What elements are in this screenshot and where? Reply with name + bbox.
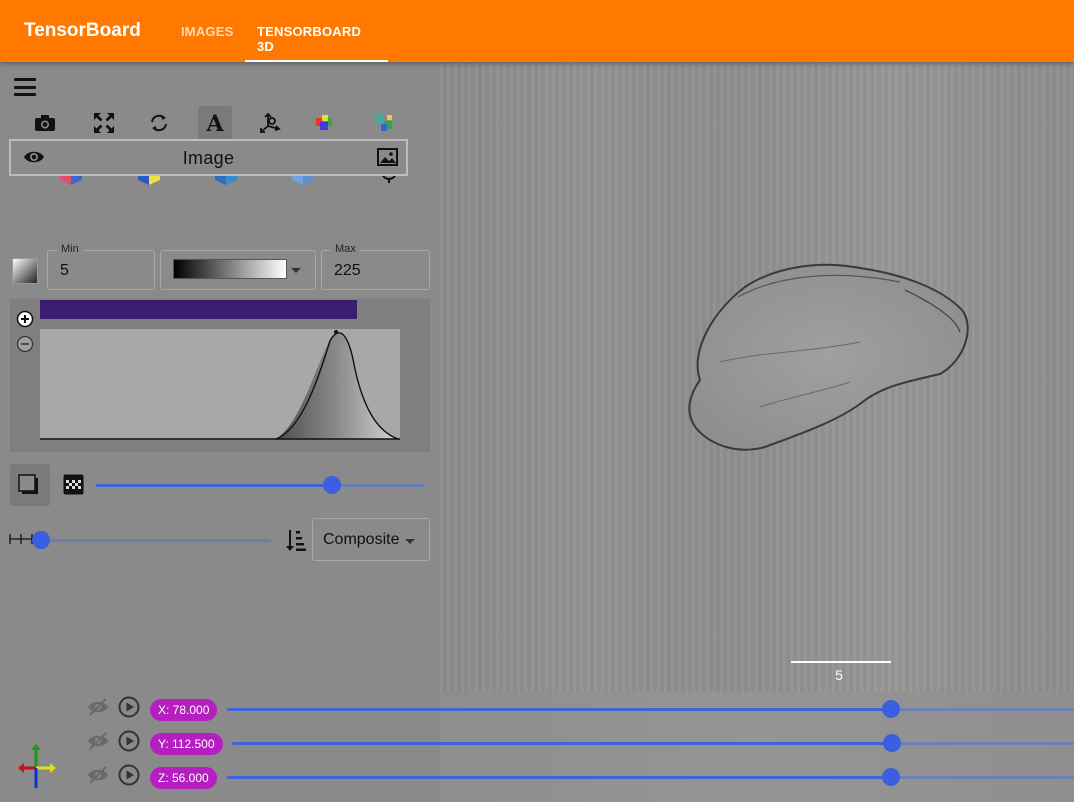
image-icon — [377, 148, 399, 166]
layers-icon[interactable] — [367, 106, 401, 140]
slice-z-track — [227, 776, 891, 779]
slice-row-y: Y: 112.500 — [0, 728, 1074, 758]
opacity-slider-track — [96, 484, 332, 487]
slice-y-thumb[interactable] — [883, 734, 901, 752]
colormap-bar — [40, 300, 357, 319]
chevron-down-icon — [405, 539, 415, 544]
shadow-toggle[interactable] — [10, 464, 50, 506]
app-title: TensorBoard — [24, 20, 141, 41]
opacity-slider-thumb[interactable] — [323, 476, 341, 494]
slice-y-rail — [892, 742, 1074, 745]
layer-item[interactable]: Image — [9, 139, 408, 176]
transfer-function-editor[interactable] — [10, 299, 430, 452]
slice-y-value[interactable]: Y: 112.500 — [150, 733, 223, 755]
colormap-select[interactable] — [160, 250, 316, 290]
slice-controls: X: 78.000 Y: 112.500 Z: 56.000 — [0, 692, 1074, 802]
slice-x-rail — [891, 708, 1074, 711]
control-panel: A Image Min 5 Max 225 Composite — [0, 62, 440, 692]
layer-name: Image — [182, 148, 235, 168]
histogram-plot — [40, 329, 400, 440]
sample-slider-rail — [41, 539, 271, 542]
tab-tensorboard-3d[interactable]: TENSORBOARD 3D — [245, 0, 388, 62]
scale-bar — [791, 661, 891, 663]
color-cube-icon[interactable] — [307, 106, 341, 140]
min-input[interactable] — [60, 262, 130, 280]
rotate-icon[interactable] — [142, 106, 176, 140]
play-icon[interactable] — [118, 696, 142, 720]
tab-images[interactable]: IMAGES — [169, 0, 245, 62]
slice-x-thumb[interactable] — [882, 700, 900, 718]
zoom-in-icon[interactable] — [16, 310, 34, 328]
slice-x-slider[interactable] — [227, 700, 1074, 718]
spacing-icon — [9, 532, 33, 546]
zoom-out-icon[interactable] — [16, 335, 34, 353]
sample-slider-thumb[interactable] — [32, 531, 50, 549]
max-input[interactable] — [334, 262, 404, 280]
eye-off-icon[interactable] — [87, 764, 111, 788]
slice-x-track — [227, 708, 891, 711]
opacity-slider-rail — [332, 484, 425, 487]
sort-order-icon[interactable] — [285, 528, 309, 552]
slice-row-x: X: 78.000 — [0, 694, 1074, 724]
blend-mode-value: Composite — [323, 531, 400, 548]
camera-icon[interactable] — [28, 106, 62, 140]
slice-z-thumb[interactable] — [882, 768, 900, 786]
slice-z-value[interactable]: Z: 56.000 — [150, 767, 217, 789]
opacity-slider[interactable] — [96, 476, 425, 494]
axes-icon[interactable] — [253, 106, 287, 140]
max-field[interactable]: Max — [321, 243, 430, 290]
rendered-object — [688, 263, 969, 451]
app-toolbar: TensorBoard IMAGES TENSORBOARD 3D — [0, 0, 1074, 62]
slice-x-value[interactable]: X: 78.000 — [150, 699, 218, 721]
eye-off-icon[interactable] — [87, 730, 111, 754]
fullscreen-icon[interactable] — [87, 106, 121, 140]
menu-icon[interactable] — [14, 78, 36, 96]
play-icon[interactable] — [118, 730, 142, 754]
colormap-reset-icon[interactable] — [12, 258, 38, 284]
slice-z-rail — [891, 776, 1074, 779]
slice-row-z: Z: 56.000 — [0, 762, 1074, 792]
play-icon[interactable] — [118, 764, 142, 788]
svg-text:A: A — [205, 112, 224, 134]
slice-z-slider[interactable] — [227, 768, 1074, 786]
blend-mode-select[interactable]: Composite — [312, 518, 430, 561]
scale-bar-label: 5 — [835, 667, 843, 683]
min-field[interactable]: Min — [47, 243, 155, 290]
eye-off-icon[interactable] — [87, 696, 111, 720]
chevron-down-icon — [291, 268, 301, 273]
max-label: Max — [331, 243, 360, 255]
slice-y-track — [232, 742, 892, 745]
slice-y-slider[interactable] — [232, 734, 1074, 752]
sample-distance-slider[interactable] — [32, 531, 271, 549]
gradient-opacity-icon[interactable] — [63, 474, 85, 496]
text-annotation-icon[interactable]: A — [198, 106, 232, 140]
colormap-preview — [173, 259, 287, 279]
min-label: Min — [57, 243, 83, 255]
